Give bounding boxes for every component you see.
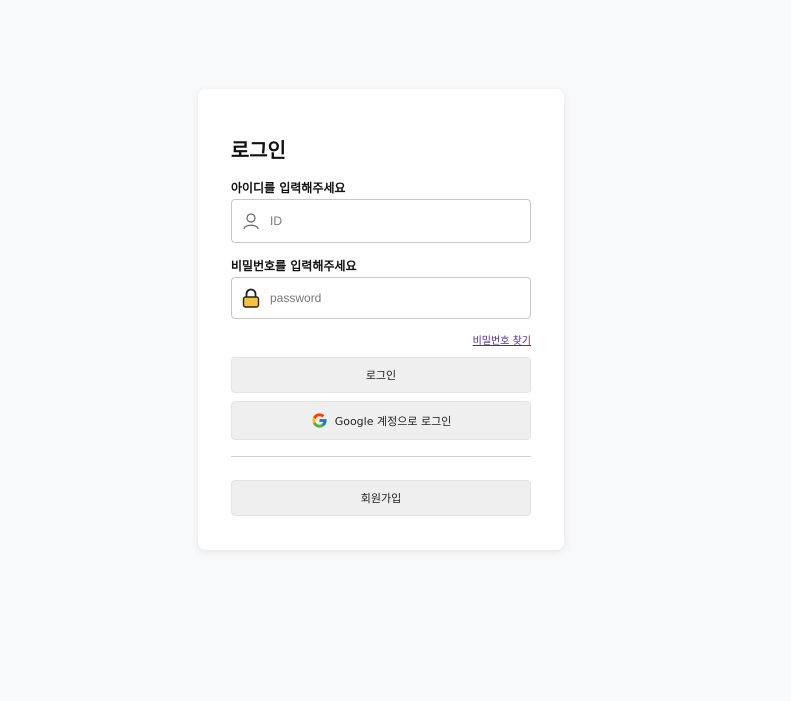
id-field[interactable]	[231, 199, 531, 243]
google-button-label: Google 계정으로 로그인	[334, 414, 452, 428]
find-password-link[interactable]: 비밀번호 찾기	[473, 335, 531, 349]
lock-icon	[241, 288, 261, 308]
signup-button[interactable]: 회원가입	[231, 480, 531, 516]
id-input[interactable]	[270, 214, 520, 228]
google-login-button[interactable]: Google 계정으로 로그인	[231, 401, 531, 440]
password-field[interactable]	[231, 277, 531, 319]
divider	[231, 456, 531, 457]
google-logo-icon	[311, 412, 328, 429]
login-button[interactable]: 로그인	[231, 357, 531, 393]
password-input[interactable]	[270, 291, 520, 305]
login-card: 로그인 아이디를 입력해주세요 비밀번호를 입력해주세요 비밀번호 찾기 로그인	[198, 89, 564, 550]
password-label: 비밀번호를 입력해주세요	[231, 259, 357, 273]
user-icon	[241, 211, 261, 231]
page-title: 로그인	[231, 138, 287, 162]
signup-button-label: 회원가입	[360, 492, 402, 505]
login-button-label: 로그인	[365, 369, 397, 382]
id-label: 아이디를 입력해주세요	[231, 181, 346, 195]
